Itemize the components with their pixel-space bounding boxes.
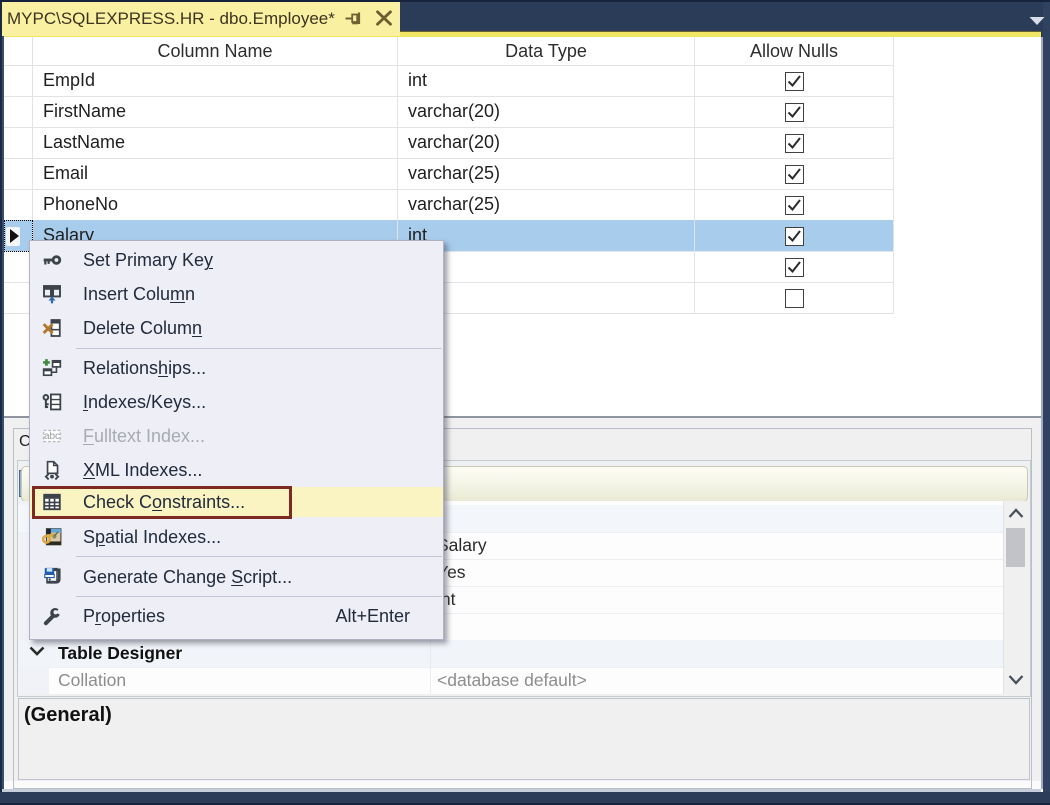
svg-text:abc: abc	[44, 431, 60, 442]
